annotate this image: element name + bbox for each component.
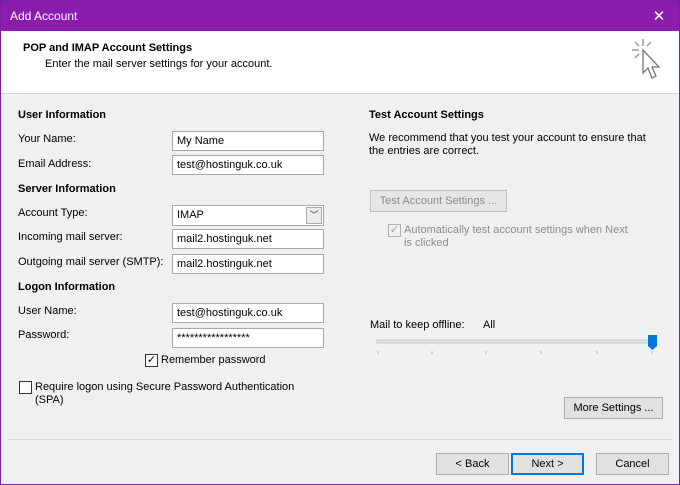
page-title: POP and IMAP Account Settings xyxy=(23,42,193,54)
more-settings-button[interactable]: More Settings ... xyxy=(564,397,663,419)
account-type-label: Account Type: xyxy=(18,207,88,219)
window-title: Add Account xyxy=(10,9,78,23)
chevron-down-icon[interactable]: ﹀ xyxy=(306,207,322,224)
slider-thumb[interactable] xyxy=(648,335,657,350)
dialog-header: POP and IMAP Account Settings Enter the … xyxy=(1,31,679,94)
close-icon[interactable]: ✕ xyxy=(639,1,679,31)
account-type-value: IMAP xyxy=(177,209,204,221)
password-label: Password: xyxy=(18,329,70,341)
cursor-click-icon xyxy=(632,39,661,79)
your-name-label: Your Name: xyxy=(18,133,76,145)
your-name-input[interactable]: My Name xyxy=(172,131,324,151)
incoming-server-input[interactable]: mail2.hostinguk.net xyxy=(172,229,324,249)
offline-label: Mail to keep offline: xyxy=(370,319,465,331)
test-settings-heading: Test Account Settings xyxy=(369,109,484,121)
test-description-line1: We recommend that you test your account … xyxy=(369,132,646,144)
spa-label-line1: Require logon using Secure Password Auth… xyxy=(35,381,295,393)
user-name-input[interactable]: test@hostinguk.co.uk xyxy=(172,303,324,323)
test-account-settings-button[interactable]: Test Account Settings ... xyxy=(370,190,507,212)
user-info-heading: User Information xyxy=(18,109,107,121)
outgoing-server-label: Outgoing mail server (SMTP): xyxy=(18,256,164,268)
user-name-label: User Name: xyxy=(18,305,77,317)
add-account-dialog: Add Account ✕ POP and IMAP Account Setti… xyxy=(0,0,680,485)
auto-test-checkbox[interactable]: ✓ xyxy=(388,224,401,237)
auto-test-label-line1: Automatically test account settings when… xyxy=(404,224,628,236)
page-subtitle: Enter the mail server settings for your … xyxy=(45,58,273,70)
footer-divider xyxy=(9,439,671,440)
cancel-button[interactable]: Cancel xyxy=(596,453,669,475)
spa-label-line2: (SPA) xyxy=(35,394,64,406)
email-address-label: Email Address: xyxy=(18,158,92,170)
server-info-heading: Server Information xyxy=(18,183,116,195)
password-input[interactable]: ***************** xyxy=(172,328,324,348)
email-address-input[interactable]: test@hostinguk.co.uk xyxy=(172,155,324,175)
incoming-server-label: Incoming mail server: xyxy=(18,231,123,243)
test-description-line2: the entries are correct. xyxy=(369,145,480,157)
auto-test-label-line2: is clicked xyxy=(404,237,449,249)
title-bar: Add Account ✕ xyxy=(1,1,679,31)
account-type-select[interactable]: IMAP ﹀ xyxy=(172,205,324,226)
logon-info-heading: Logon Information xyxy=(18,281,116,293)
next-button[interactable]: Next > xyxy=(511,453,584,475)
remember-password-checkbox[interactable]: ✓ xyxy=(145,354,158,367)
back-button[interactable]: < Back xyxy=(436,453,509,475)
offline-value: All xyxy=(483,319,496,331)
remember-password-label: Remember password xyxy=(161,354,266,366)
offline-slider[interactable] xyxy=(373,333,663,357)
spa-checkbox[interactable] xyxy=(19,381,32,394)
outgoing-server-input[interactable]: mail2.hostinguk.net xyxy=(172,254,324,274)
